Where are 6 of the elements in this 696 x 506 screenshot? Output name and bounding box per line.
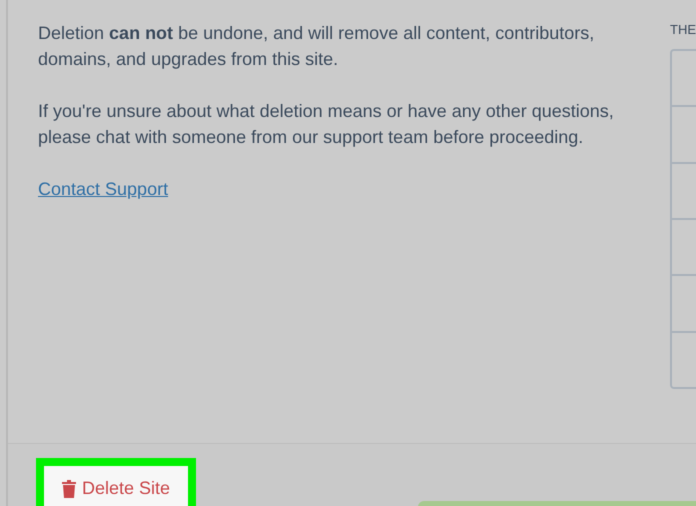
paragraph: If you're unsure about what deletion means or have any other questions, please chat with someone from our support team before proceeding.	[38, 100, 615, 149]
delete-site-button[interactable]: Delete Site	[44, 466, 188, 506]
trash-icon	[62, 480, 76, 498]
contact-support-link[interactable]: Contact Support	[38, 176, 168, 202]
paragraph: Deletion can not be undone, and will remove all content, contributors, domains, and upgrades from this site.	[38, 22, 596, 71]
panel-heading: THE	[670, 22, 696, 38]
